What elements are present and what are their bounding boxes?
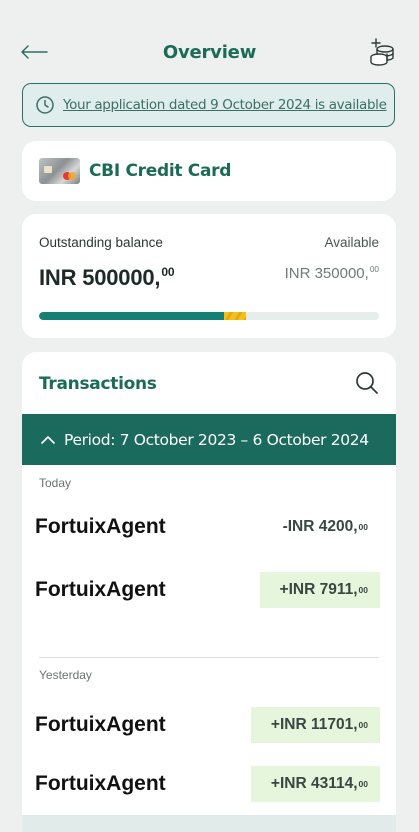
application-notice[interactable]: Your application dated 9 October 2024 is… bbox=[22, 83, 395, 127]
card-name: CBI Credit Card bbox=[89, 161, 232, 181]
credit-card-icon bbox=[39, 158, 80, 184]
chevron-up-icon bbox=[41, 435, 55, 444]
search-button[interactable] bbox=[354, 370, 380, 396]
transaction-merchant: FortuixAgent bbox=[35, 713, 166, 736]
search-icon bbox=[356, 372, 378, 394]
transactions-title: Transactions bbox=[39, 374, 157, 394]
transaction-amount: +INR 11701, 00 bbox=[250, 707, 380, 743]
coins-add-icon bbox=[370, 38, 394, 66]
overview-screen: Overview Your application dated 9 Octobe… bbox=[0, 0, 419, 832]
day-label-today: Today bbox=[39, 476, 72, 490]
transaction-row[interactable]: FortuixAgent -INR 4200, 00 bbox=[22, 507, 396, 547]
clock-icon bbox=[36, 96, 54, 114]
transaction-merchant: FortuixAgent bbox=[35, 515, 166, 538]
available-amount: INR 350000,00 bbox=[284, 265, 379, 283]
credit-usage-fill bbox=[39, 312, 226, 320]
transaction-row[interactable]: FortuixAgent +INR 11701, 00 bbox=[22, 705, 396, 745]
available-label: Available bbox=[324, 235, 379, 250]
transaction-amount: -INR 4200, 00 bbox=[282, 518, 368, 535]
transaction-amount: +INR 7911, 00 bbox=[259, 572, 380, 608]
day-label-yesterday: Yesterday bbox=[39, 668, 92, 682]
credit-usage-marker bbox=[224, 312, 246, 320]
period-label: Period: 7 October 2023 – 6 October 2024 bbox=[64, 430, 369, 449]
transactions-card: Transactions Period: 7 October 2023 – 6 … bbox=[22, 352, 396, 832]
credit-card-selector[interactable]: CBI Credit Card bbox=[22, 141, 396, 201]
transaction-row[interactable]: FortuixAgent +INR 43114, 00 bbox=[22, 764, 396, 804]
period-toggle[interactable]: Period: 7 October 2023 – 6 October 2024 bbox=[22, 414, 396, 465]
credit-usage-bar bbox=[39, 312, 379, 320]
outstanding-amount: INR 500000,00 bbox=[39, 265, 175, 291]
transaction-row[interactable]: FortuixAgent +INR 7911, 00 bbox=[22, 570, 396, 610]
transaction-amount: +INR 43114, 00 bbox=[250, 766, 380, 802]
balance-card: Outstanding balance Available INR 500000… bbox=[22, 214, 396, 338]
outstanding-label: Outstanding balance bbox=[39, 235, 163, 250]
divider bbox=[39, 657, 379, 658]
list-footer bbox=[22, 815, 396, 832]
header: Overview bbox=[0, 30, 419, 78]
page-title: Overview bbox=[162, 42, 257, 63]
transaction-merchant: FortuixAgent bbox=[35, 578, 166, 601]
add-funds-button[interactable] bbox=[367, 36, 399, 68]
transaction-merchant: FortuixAgent bbox=[35, 772, 166, 795]
notice-link[interactable]: Your application dated 9 October 2024 is… bbox=[63, 97, 387, 113]
